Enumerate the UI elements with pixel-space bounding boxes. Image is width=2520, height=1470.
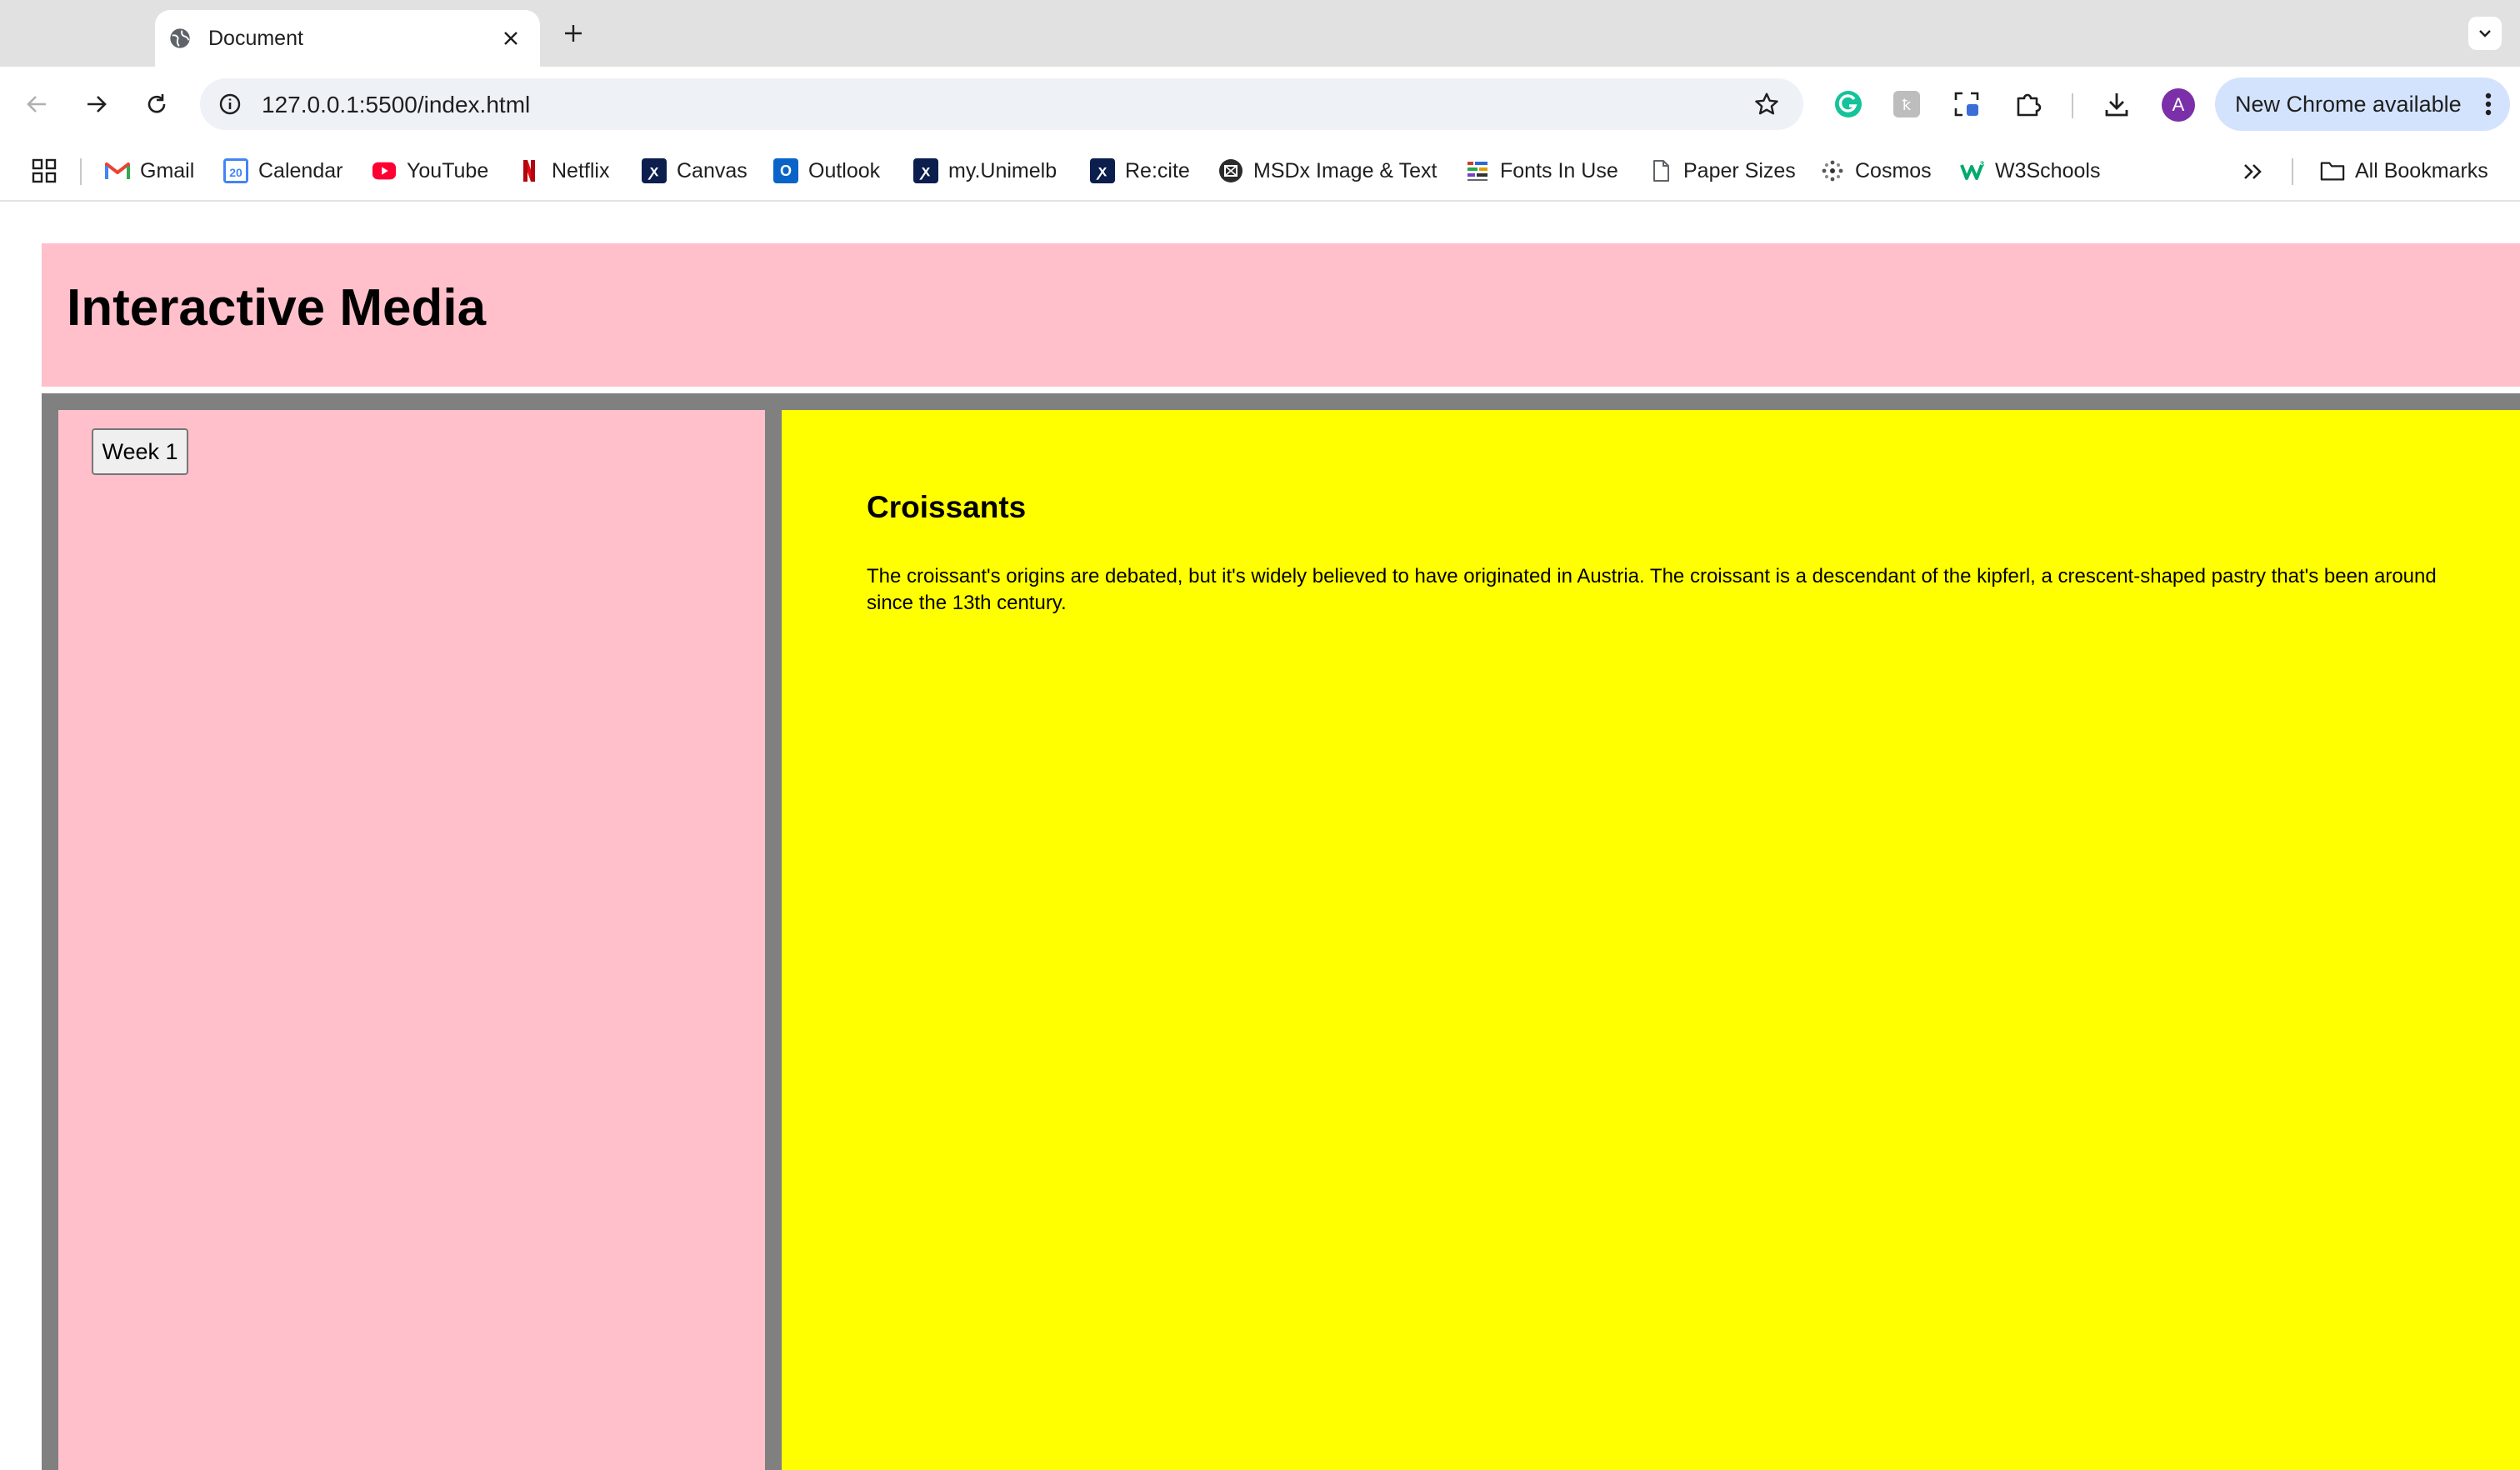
chrome-update-button[interactable]: New Chrome available: [2215, 78, 2510, 131]
calendar-icon: 20: [223, 158, 248, 183]
week-1-button[interactable]: Week 1: [92, 428, 188, 475]
chevron-down-icon: [2479, 30, 2491, 38]
all-bookmarks-button[interactable]: All Bookmarks: [2320, 155, 2488, 187]
bookmark-cosmos[interactable]: Cosmos: [1820, 155, 1932, 187]
arrow-left-icon: [27, 96, 46, 112]
bookmark-label: W3Schools: [1995, 158, 2101, 182]
bookmark-label: Fonts In Use: [1500, 158, 1618, 182]
svg-text:ꝁ: ꝁ: [1902, 97, 1912, 114]
site-info-icon[interactable]: [217, 91, 243, 118]
all-bookmarks-label: All Bookmarks: [2355, 158, 2488, 182]
bookmark-recite[interactable]: ꭗ Re:cite: [1090, 155, 1190, 187]
bookmark-paper-sizes[interactable]: Paper Sizes: [1648, 155, 1796, 187]
apps-grid-icon[interactable]: [30, 157, 58, 185]
tab-search-button[interactable]: [2468, 17, 2502, 50]
bookmark-label: Netflix: [552, 158, 610, 182]
sidebar: Week 1: [58, 410, 765, 1470]
bookmark-label: Gmail: [140, 158, 195, 182]
forward-button[interactable]: [78, 86, 115, 122]
address-bar[interactable]: 127.0.0.1:5500/index.html: [200, 78, 1803, 130]
unimelb-icon: ꭗ: [913, 158, 938, 183]
bookmark-label: Re:cite: [1125, 158, 1190, 182]
address-url: 127.0.0.1:5500/index.html: [262, 92, 531, 118]
update-label: New Chrome available: [2235, 91, 2462, 117]
page-title: Interactive Media: [67, 279, 487, 337]
downloads-icon[interactable]: [2098, 86, 2135, 122]
bookmark-netflix[interactable]: Netflix: [517, 155, 609, 187]
reload-icon: [148, 94, 166, 113]
bookmark-label: Canvas: [677, 158, 748, 182]
browser-toolbar: 127.0.0.1:5500/index.html ꝁ A New Chrome…: [0, 67, 2520, 142]
main-container: Week 1 Croissants The croissant's origin…: [42, 393, 2520, 1470]
bookmark-gmail[interactable]: Gmail: [105, 155, 194, 187]
bookmarks-divider: [80, 158, 82, 185]
toolbar-divider: [2072, 93, 2073, 118]
screenshot-extension-icon[interactable]: [1948, 86, 1985, 122]
gmail-icon: [105, 158, 130, 183]
bookmark-label: Cosmos: [1855, 158, 1932, 182]
unimelb-icon: ꭗ: [642, 158, 667, 183]
chevron-double-right-icon[interactable]: [2238, 157, 2268, 187]
close-icon[interactable]: [498, 26, 523, 51]
bookmark-outlook[interactable]: O Outlook: [773, 155, 880, 187]
bookmark-label: Outlook: [808, 158, 881, 182]
bookmarks-bar: Gmail 20 Calendar YouTube Netflix ꭗ Canv…: [0, 142, 2520, 202]
bookmark-my-unimelb[interactable]: ꭗ my.Unimelb: [913, 155, 1057, 187]
fontsinuse-icon: [1465, 158, 1490, 183]
bookmark-label: Calendar: [258, 158, 343, 182]
bookmark-label: YouTube: [407, 158, 489, 182]
site-header: Interactive Media: [42, 243, 2520, 387]
bookmark-w3schools[interactable]: 3 W3Schools: [1960, 155, 2100, 187]
tab-title: Document: [208, 26, 303, 50]
unimelb-icon: ꭗ: [1090, 158, 1115, 183]
svg-text:3: 3: [1980, 160, 1984, 168]
bookmark-msdx[interactable]: MSDx Image & Text: [1218, 155, 1437, 187]
grammarly-icon[interactable]: [1830, 86, 1867, 122]
plus-icon: [565, 25, 582, 42]
globe-icon: [168, 27, 192, 50]
profile-avatar[interactable]: A: [2162, 88, 2195, 122]
bookmark-label: my.Unimelb: [948, 158, 1058, 182]
reload-button[interactable]: [138, 86, 175, 122]
svg-text:20: 20: [229, 166, 242, 179]
page-icon: [1648, 158, 1673, 183]
extensions-puzzle-icon[interactable]: [2010, 86, 2047, 122]
arrow-right-icon: [88, 96, 107, 112]
netflix-icon: [517, 158, 542, 183]
msdx-icon: [1218, 158, 1243, 183]
content-panel: Croissants The croissant's origins are d…: [782, 410, 2520, 1470]
back-button[interactable]: [18, 86, 55, 122]
bookmark-fonts-in-use[interactable]: Fonts In Use: [1465, 155, 1618, 187]
bookmarks-divider: [2292, 158, 2293, 185]
kebab-menu-icon[interactable]: [2480, 88, 2497, 121]
cosmos-icon: [1820, 158, 1845, 183]
youtube-icon: [372, 158, 397, 183]
web-page: Interactive Media Week 1 Croissants The …: [0, 202, 2520, 1470]
article-body: The croissant's origins are debated, but…: [867, 565, 2437, 614]
bookmark-label: MSDx Image & Text: [1253, 158, 1438, 182]
bookmark-canvas[interactable]: ꭗ Canvas: [642, 155, 748, 187]
tab-strip: Document: [0, 0, 2520, 67]
browser-tab[interactable]: Document: [155, 10, 540, 67]
bookmark-youtube[interactable]: YouTube: [372, 155, 488, 187]
bookmark-label: Paper Sizes: [1683, 158, 1796, 182]
bookmark-calendar[interactable]: 20 Calendar: [223, 155, 342, 187]
folder-icon: [2320, 158, 2345, 183]
bookmark-star-icon[interactable]: [1752, 89, 1782, 119]
extension-gray-icon[interactable]: ꝁ: [1888, 86, 1925, 122]
outlook-icon: O: [773, 158, 798, 183]
w3schools-icon: 3: [1960, 158, 1985, 183]
article-title: Croissants: [867, 490, 1027, 524]
new-tab-button[interactable]: [558, 18, 588, 48]
